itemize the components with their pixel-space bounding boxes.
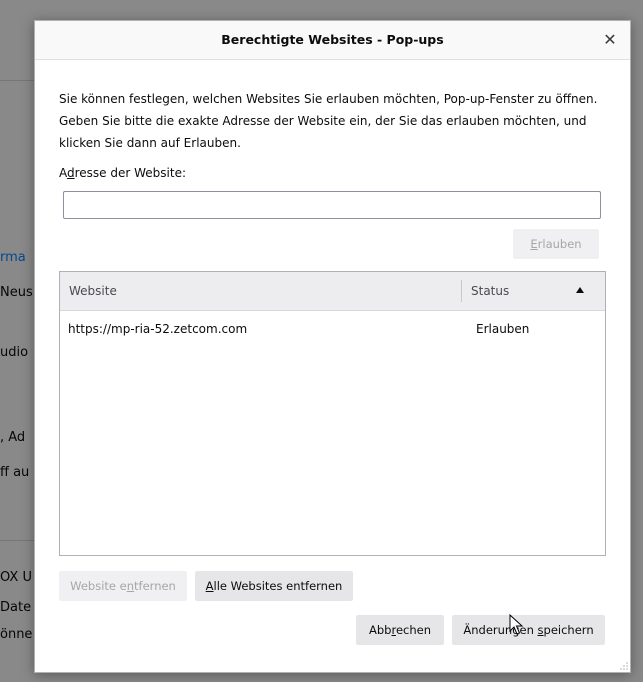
close-icon[interactable]: ✕ (600, 30, 620, 50)
column-header-website[interactable]: Website (69, 272, 117, 310)
remove-all-websites-button[interactable]: Alle Websites entfernen (195, 571, 353, 601)
allow-button[interactable]: Erlauben (513, 229, 599, 259)
save-changes-button[interactable]: Änderungen speichern (452, 615, 605, 645)
mouse-cursor-icon (509, 614, 524, 635)
popup-permissions-dialog: Berechtigte Websites - Pop-ups ✕ Sie kön… (34, 20, 631, 673)
remove-website-button[interactable]: Website entfernen (59, 571, 187, 601)
row-website: https://mp-ria-52.zetcom.com (68, 322, 248, 336)
dialog-title: Berechtigte Websites - Pop-ups (221, 32, 444, 47)
websites-table: Website Status https://mp-ria-52.zetcom.… (59, 271, 606, 556)
column-header-status[interactable]: Status (471, 272, 509, 310)
address-label: Adresse der Website: (59, 166, 187, 180)
dialog-titlebar: Berechtigte Websites - Pop-ups ✕ (35, 21, 630, 60)
table-row[interactable]: https://mp-ria-52.zetcom.com Erlauben (60, 318, 605, 340)
column-divider[interactable] (461, 280, 462, 302)
row-status: Erlauben (476, 322, 530, 336)
table-header: Website Status (60, 272, 605, 311)
dialog-description: Sie können festlegen, welchen Websites S… (59, 92, 598, 150)
sort-ascending-icon (576, 287, 584, 293)
cancel-button[interactable]: Abbrechen (356, 615, 444, 645)
resize-grip-icon[interactable] (620, 662, 628, 670)
website-address-input[interactable] (63, 191, 601, 219)
